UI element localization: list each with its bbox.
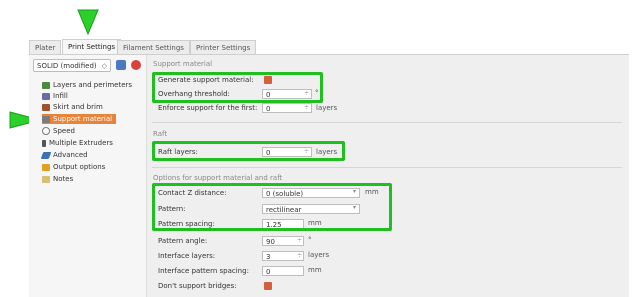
section-divider (152, 167, 622, 168)
nav-item-label: Output options (53, 163, 106, 171)
nav-item-speed[interactable]: Speed (42, 126, 75, 136)
tab-filament-settings[interactable]: Filament Settings (117, 40, 190, 54)
tab-plater[interactable]: Plater (29, 40, 62, 54)
interface-spacing-label: Interface pattern spacing: (158, 267, 249, 275)
tab-printer-settings[interactable]: Printer Settings (190, 40, 257, 54)
skirt-icon (42, 103, 50, 111)
nav-item-label: Infill (53, 92, 68, 100)
dont-support-bridges-checkbox[interactable] (264, 282, 272, 290)
tab-print-settings[interactable]: Print Settings (62, 39, 122, 55)
preset-select[interactable]: SOLID (modified) ◇ (33, 59, 111, 72)
extruders-icon (42, 139, 46, 147)
nav-item-label: Advanced (53, 151, 88, 159)
section-title-raft: Raft (153, 130, 168, 138)
interface-spacing-unit: mm (308, 266, 322, 274)
pattern-angle-label: Pattern angle: (158, 237, 208, 245)
spinner-icon[interactable]: ÷ (304, 104, 309, 111)
nav-item-label: Notes (53, 175, 74, 183)
nav-item-label: Layers and perimeters (53, 81, 133, 89)
nav-item-extruders[interactable]: Multiple Extruders (42, 138, 113, 148)
interface-spacing-input[interactable]: 0 (262, 266, 304, 276)
nav-item-skirt[interactable]: Skirt and brim (42, 102, 103, 112)
nav-item-advanced[interactable]: Advanced (40, 150, 88, 160)
section-title-support: Support material (153, 60, 213, 68)
enforce-support-label: Enforce support for the first: (158, 104, 258, 112)
dont-support-bridges-label: Don't support bridges: (158, 282, 237, 290)
highlight-box-raft (152, 141, 345, 161)
speed-icon (42, 127, 50, 135)
support-icon (42, 115, 50, 123)
save-preset-button[interactable] (116, 60, 126, 70)
nav-item-layers[interactable]: Layers and perimeters (42, 80, 132, 90)
nav-item-label: Skirt and brim (53, 103, 103, 111)
interface-layers-label: Interface layers: (158, 252, 216, 260)
spinner-icon[interactable]: ÷ (297, 237, 302, 244)
nav-item-support[interactable]: Support material (42, 114, 117, 124)
nav-item-label: Support material (53, 115, 113, 123)
nav-item-notes[interactable]: Notes (42, 174, 73, 184)
section-divider (152, 122, 622, 123)
delete-preset-button[interactable] (131, 60, 141, 70)
nav-item-output[interactable]: Output options (42, 162, 105, 172)
highlight-box-options (152, 183, 392, 231)
output-icon (42, 163, 50, 171)
interface-layers-unit: layers (308, 251, 330, 259)
layers-icon (42, 81, 50, 89)
pattern-angle-unit: ° (308, 236, 312, 244)
infill-icon (42, 92, 50, 100)
highlight-box-support (152, 72, 323, 103)
nav-item-label: Multiple Extruders (49, 139, 113, 147)
section-title-options: Options for support material and raft (153, 174, 283, 182)
preset-value: SOLID (modified) (37, 62, 97, 70)
enforce-unit: layers (316, 104, 338, 112)
wrench-icon (40, 151, 52, 159)
chevron-updown-icon: ◇ (101, 62, 107, 70)
nav-item-infill[interactable]: Infill (42, 91, 68, 101)
notes-icon (42, 175, 50, 183)
nav-item-label: Speed (53, 127, 75, 135)
spinner-icon[interactable]: ÷ (297, 252, 302, 259)
annotation-arrow-down-icon (77, 9, 99, 36)
